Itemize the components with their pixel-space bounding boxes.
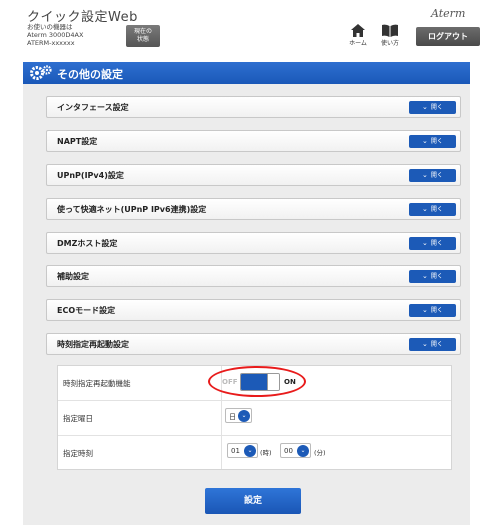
home-label: ホーム [349, 40, 367, 47]
open-button[interactable]: ⌄ 開く [409, 135, 456, 148]
open-button[interactable]: ⌄ 開く [409, 270, 456, 283]
minute-value: 00 [284, 447, 293, 455]
section-label: UPnP(IPv4)設定 [57, 171, 124, 180]
current-status-button[interactable]: 現在の 状態 [126, 25, 160, 47]
chevron-down-icon: ⌄ [422, 340, 428, 348]
open-button[interactable]: ⌄ 開く [409, 169, 456, 182]
open-label: 開く [430, 172, 443, 179]
highlight-circle [208, 366, 306, 397]
chevron-down-icon: ⌄ [422, 272, 428, 280]
panel-header: その他の設定 [23, 62, 470, 84]
home-button[interactable]: ホーム [347, 24, 369, 47]
open-button[interactable]: ⌄ 開く [409, 237, 456, 250]
day-label: 指定曜日 [63, 414, 93, 423]
day-select[interactable]: 日 ⌄ [225, 408, 252, 423]
open-button[interactable]: ⌄ 開く [409, 203, 456, 216]
submit-button[interactable]: 設定 [205, 488, 301, 514]
gear-icon [30, 65, 52, 80]
open-label: 開く [430, 240, 443, 247]
open-label: 開く [430, 104, 443, 111]
book-icon [382, 24, 398, 37]
section-napt[interactable]: NAPT設定 ⌄ 開く [46, 130, 461, 152]
form-row-day: 指定曜日 [58, 401, 451, 436]
chevron-down-icon: ⌄ [422, 171, 428, 179]
open-label: 開く [430, 206, 443, 213]
chevron-down-icon: ⌄ [238, 410, 250, 422]
section-auxiliary[interactable]: 補助設定 ⌄ 開く [46, 265, 461, 287]
status-label-line2: 状態 [136, 36, 149, 43]
day-value: 日 [229, 413, 236, 421]
feature-label: 時刻指定再起動機能 [63, 379, 131, 388]
section-label: 使って快適ネット(UPnP IPv6連携)設定 [57, 205, 207, 214]
open-label: 開く [430, 138, 443, 145]
open-label: 開く [430, 341, 443, 348]
device-info: お使いの機器は Aterm 3000D4AX ATERM-xxxxxx [27, 23, 83, 47]
status-label-line1: 現在の [133, 28, 152, 35]
section-label: DMZホスト設定 [57, 239, 118, 248]
chevron-down-icon: ⌄ [422, 103, 428, 111]
section-scheduled-reboot[interactable]: 時刻指定再起動設定 ⌄ 開く [46, 333, 461, 355]
open-label: 開く [430, 307, 443, 314]
panel-title: その他の設定 [57, 68, 123, 81]
section-dmz-host[interactable]: DMZホスト設定 ⌄ 開く [46, 232, 461, 254]
chevron-down-icon: ⌄ [244, 445, 256, 457]
minute-select[interactable]: 00 ⌄ [280, 443, 311, 458]
chevron-down-icon: ⌄ [422, 137, 428, 145]
chevron-down-icon: ⌄ [422, 306, 428, 314]
open-button[interactable]: ⌄ 開く [409, 101, 456, 114]
hour-unit: (時) [260, 449, 272, 457]
section-label: インタフェース設定 [57, 103, 129, 112]
section-interface[interactable]: インタフェース設定 ⌄ 開く [46, 96, 461, 118]
device-name: ATERM-xxxxxx [27, 39, 75, 47]
section-label: 補助設定 [57, 272, 89, 281]
logout-button[interactable]: ログアウト [416, 27, 480, 46]
minute-unit: (分) [314, 449, 326, 457]
brand-logo: Aterm [431, 7, 466, 20]
help-label: 使い方 [380, 40, 399, 47]
device-info-line: お使いの機器は [27, 23, 73, 31]
open-button[interactable]: ⌄ 開く [409, 304, 456, 317]
chevron-down-icon: ⌄ [422, 239, 428, 247]
section-label: NAPT設定 [57, 137, 98, 146]
header: クイック設定Web お使いの機器は Aterm 3000D4AX ATERM-x… [0, 0, 500, 54]
section-label: ECOモード設定 [57, 306, 116, 315]
hour-value: 01 [231, 447, 240, 455]
time-label: 指定時刻 [63, 449, 93, 458]
chevron-down-icon: ⌄ [422, 205, 428, 213]
open-button[interactable]: ⌄ 開く [409, 338, 456, 351]
section-upnp-ipv6[interactable]: 使って快適ネット(UPnP IPv6連携)設定 ⌄ 開く [46, 198, 461, 220]
device-model: Aterm 3000D4AX [27, 31, 84, 39]
help-button[interactable]: 使い方 [379, 24, 401, 47]
section-label: 時刻指定再起動設定 [57, 340, 129, 349]
chevron-down-icon: ⌄ [297, 445, 309, 457]
open-label: 開く [430, 273, 443, 280]
hour-select[interactable]: 01 ⌄ [227, 443, 258, 458]
home-icon [351, 24, 365, 37]
section-eco-mode[interactable]: ECOモード設定 ⌄ 開く [46, 299, 461, 321]
section-upnp-ipv4[interactable]: UPnP(IPv4)設定 ⌄ 開く [46, 164, 461, 186]
